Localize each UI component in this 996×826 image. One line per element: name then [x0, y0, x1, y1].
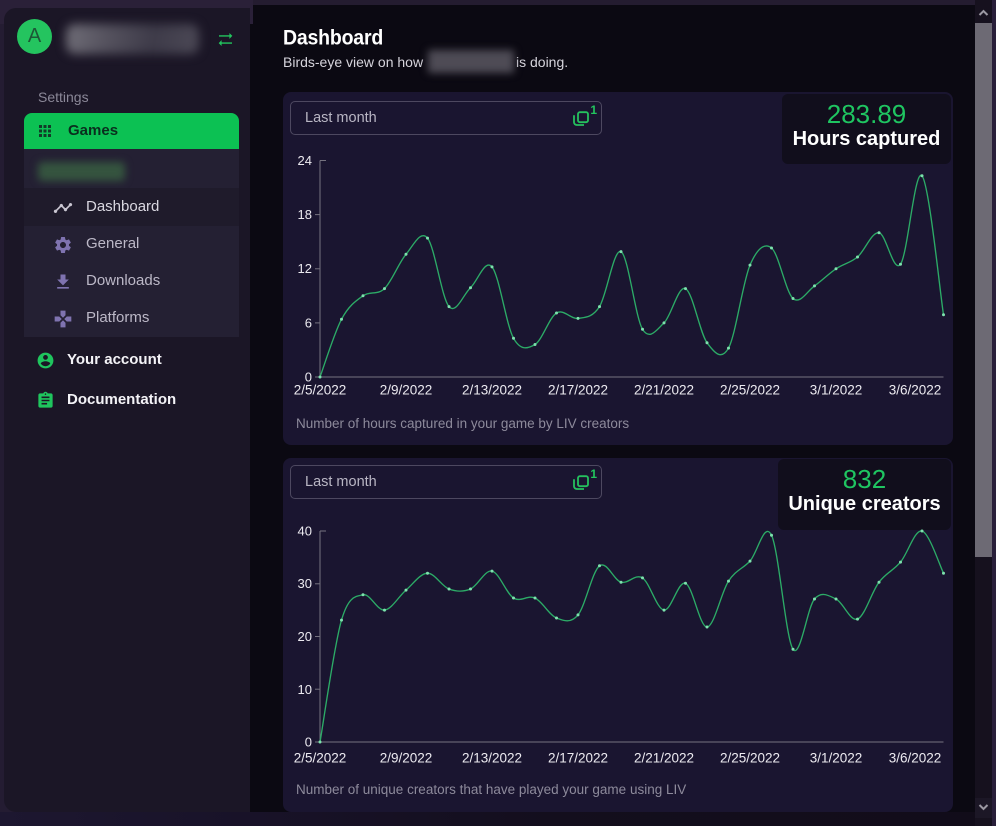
- svg-text:2/9/2022: 2/9/2022: [380, 751, 433, 766]
- svg-text:20: 20: [298, 629, 312, 644]
- svg-text:2/25/2022: 2/25/2022: [720, 751, 780, 766]
- svg-text:10: 10: [298, 682, 312, 697]
- svg-text:3/1/2022: 3/1/2022: [810, 383, 863, 398]
- svg-text:3/1/2022: 3/1/2022: [810, 751, 863, 766]
- svg-text:2/17/2022: 2/17/2022: [548, 751, 608, 766]
- svg-text:3/6/2022: 3/6/2022: [889, 751, 942, 766]
- svg-text:0: 0: [305, 735, 312, 750]
- svg-text:2/5/2022: 2/5/2022: [294, 751, 347, 766]
- svg-text:2/13/2022: 2/13/2022: [462, 751, 522, 766]
- svg-text:2/25/2022: 2/25/2022: [720, 383, 780, 398]
- svg-text:2/9/2022: 2/9/2022: [380, 383, 433, 398]
- svg-text:12: 12: [298, 261, 312, 276]
- svg-text:2/17/2022: 2/17/2022: [548, 383, 608, 398]
- svg-text:2/5/2022: 2/5/2022: [294, 383, 347, 398]
- svg-text:24: 24: [298, 153, 312, 168]
- svg-text:40: 40: [298, 524, 312, 539]
- svg-text:2/13/2022: 2/13/2022: [462, 383, 522, 398]
- svg-text:3/6/2022: 3/6/2022: [889, 383, 942, 398]
- svg-text:30: 30: [298, 576, 312, 591]
- svg-text:6: 6: [305, 315, 312, 330]
- svg-text:18: 18: [298, 207, 312, 222]
- svg-text:2/21/2022: 2/21/2022: [634, 383, 694, 398]
- svg-text:2/21/2022: 2/21/2022: [634, 751, 694, 766]
